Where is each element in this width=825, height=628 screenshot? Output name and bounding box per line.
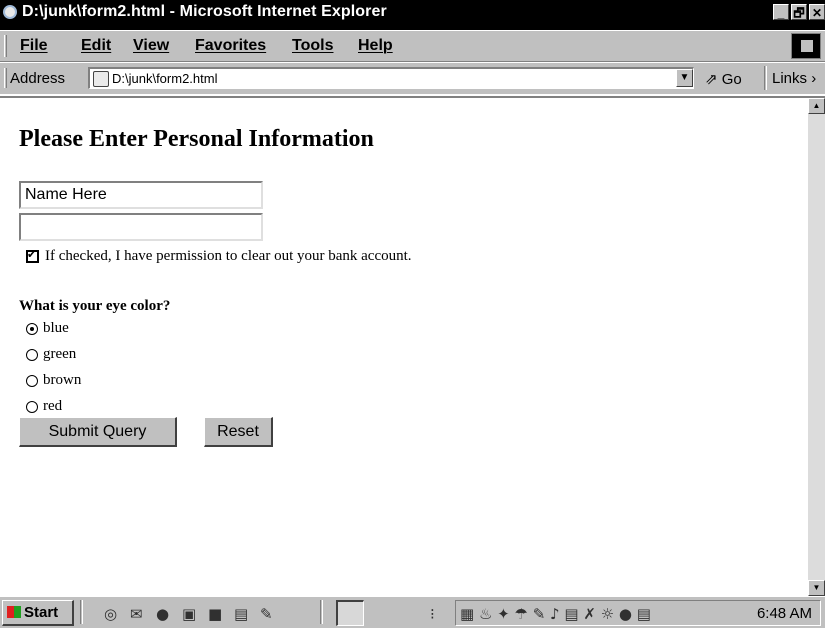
scroll-up-icon[interactable]: ▲ <box>808 98 825 114</box>
menu-bar-grip[interactable] <box>4 35 7 57</box>
radio-label: green <box>43 346 77 362</box>
links-label: Links <box>772 70 808 87</box>
permission-checkbox[interactable] <box>26 248 39 263</box>
radio-label: red <box>43 398 63 414</box>
radio-brown[interactable] <box>26 374 38 387</box>
menu-edit[interactable]: Edit <box>81 37 111 55</box>
radio-blue[interactable] <box>26 322 38 335</box>
window-controls: _ 🗗 ✕ <box>773 4 825 20</box>
taskbar-separator <box>320 600 323 624</box>
eye-option-green[interactable]: green <box>26 346 76 363</box>
submit-button[interactable]: Submit Query <box>19 417 177 447</box>
minimize-button[interactable]: _ <box>773 4 789 20</box>
menu-favorites[interactable]: Favorites <box>195 37 266 55</box>
calendar-icon[interactable]: ▣ <box>182 605 196 623</box>
start-label: Start <box>24 604 59 621</box>
clock: 6:48 AM <box>756 605 812 622</box>
radio-green[interactable] <box>26 348 38 361</box>
reset-button[interactable]: Reset <box>204 417 273 447</box>
vertical-scrollbar[interactable]: ▲ ▼ <box>808 96 825 596</box>
links-button[interactable]: Links › <box>772 70 816 87</box>
address-label: Address <box>10 70 66 87</box>
taskbar: Start ◎ ✉ ● ▣ ■ ▤ ✎ ⁝ ▦ ♨ ✦ ☂ ✎ ♪ ▤ ✗ ☼ … <box>0 596 825 628</box>
name-input[interactable]: Name Here <box>19 181 263 209</box>
start-button[interactable]: Start <box>2 600 74 626</box>
radio-label: brown <box>43 372 82 388</box>
go-arrow-icon: ⇗ <box>705 71 718 88</box>
scroll-down-icon[interactable]: ▼ <box>808 580 825 596</box>
address-bar: Address D:\junk\form2.html ▼ ⇗ Go Links … <box>0 61 825 94</box>
tray-app-icons[interactable]: ▦ ♨ ✦ ☂ ✎ ♪ ▤ ✗ ☼ ● ▤ <box>460 605 651 623</box>
page-content: Please Enter Personal Information Name H… <box>0 96 808 596</box>
permission-label: If checked, I have permission to clear o… <box>45 248 412 264</box>
close-button[interactable]: ✕ <box>809 4 825 20</box>
chevron-right-icon: › <box>811 70 817 87</box>
toolbar-separator <box>764 66 767 90</box>
ie-task-button[interactable] <box>336 600 364 626</box>
radio-red[interactable] <box>26 400 38 413</box>
address-input[interactable]: D:\junk\form2.html ▼ <box>88 67 694 89</box>
address-dropdown-button[interactable]: ▼ <box>676 69 693 87</box>
permission-row: If checked, I have permission to clear o… <box>26 248 412 265</box>
ie-logo-icon <box>3 5 17 19</box>
browser-icon[interactable]: ◎ <box>104 605 117 623</box>
chat-icon[interactable]: ● <box>156 605 169 623</box>
page-icon <box>93 71 109 87</box>
address-bar-grip[interactable] <box>4 68 7 88</box>
system-tray: ▦ ♨ ✦ ☂ ✎ ♪ ▤ ✗ ☼ ● ▤ 6:48 AM <box>455 600 821 626</box>
menu-file[interactable]: File <box>20 37 48 55</box>
window-title: D:\junk\form2.html - Microsoft Internet … <box>22 3 387 20</box>
monitor-icon[interactable]: ■ <box>208 605 222 623</box>
folder-icon[interactable]: ▤ <box>234 605 248 623</box>
address-value[interactable]: D:\junk\form2.html <box>112 71 217 86</box>
windows-flag-icon <box>7 606 21 618</box>
menu-bar: File Edit View Favorites Tools Help <box>0 30 825 61</box>
eye-option-blue[interactable]: blue <box>26 320 69 337</box>
taskbar-separator <box>80 600 83 624</box>
go-button[interactable]: ⇗ Go <box>705 70 742 88</box>
windows-logo-icon <box>791 33 821 59</box>
page-heading: Please Enter Personal Information <box>19 126 374 152</box>
eye-color-question: What is your eye color? <box>19 298 171 314</box>
menu-help[interactable]: Help <box>358 37 393 55</box>
edit-icon[interactable]: ✎ <box>260 605 273 623</box>
resize-handle-icon[interactable]: ⁝ <box>430 605 435 623</box>
title-bar: D:\junk\form2.html - Microsoft Internet … <box>0 0 825 30</box>
eye-option-red[interactable]: red <box>26 398 62 415</box>
go-label: Go <box>721 71 742 88</box>
second-text-input[interactable] <box>19 213 263 241</box>
menu-tools[interactable]: Tools <box>292 37 333 55</box>
radio-label: blue <box>43 320 69 336</box>
menu-view[interactable]: View <box>133 37 169 55</box>
restore-button[interactable]: 🗗 <box>791 4 807 20</box>
eye-option-brown[interactable]: brown <box>26 372 81 389</box>
email-icon[interactable]: ✉ <box>130 605 143 623</box>
